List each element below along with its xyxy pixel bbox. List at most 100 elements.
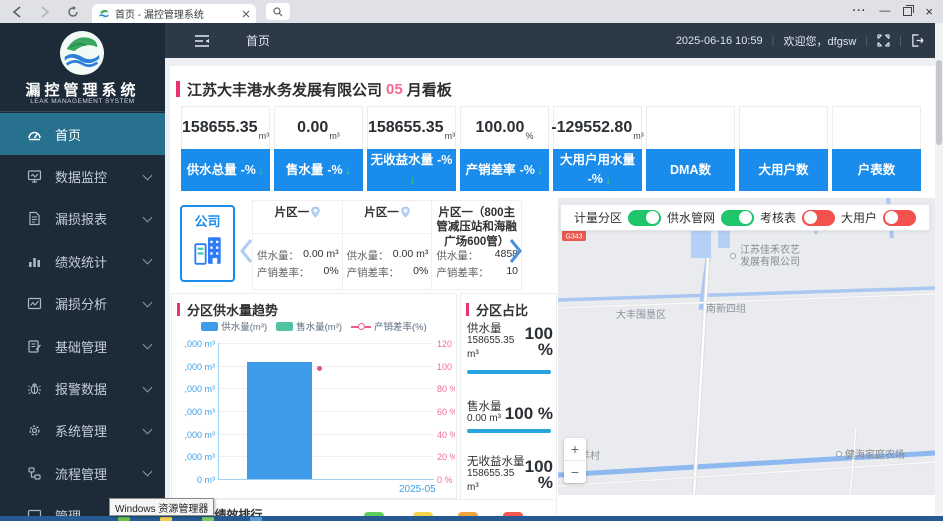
browser-refresh-icon[interactable]: [62, 3, 84, 21]
arrow-down-icon: ↓: [409, 172, 416, 188]
sidebar-item-label: 基础管理: [55, 337, 107, 356]
district-card[interactable]: 片区一 供水量：0.00 m³ 产销差率：0%: [253, 201, 343, 289]
tab-close-icon[interactable]: [242, 10, 250, 18]
sidebar-item-leak-report[interactable]: 漏损报表: [0, 198, 165, 240]
sidebar-item-label: 绩效统计: [55, 252, 107, 271]
header-tab-home[interactable]: 首页: [246, 32, 270, 49]
kpi-label-button[interactable]: 售水量-%↓: [274, 149, 363, 191]
legend-sales[interactable]: 售水量(m³): [276, 319, 342, 333]
sidebar-item-label: 漏损分析: [55, 294, 107, 313]
gear-icon: [27, 423, 42, 438]
sidebar-item-process-management[interactable]: 流程管理: [0, 452, 165, 494]
kpi-card-large-user-usage: -129552.80m³ 大用户用水量-%↓: [553, 106, 642, 190]
taskbar-icon[interactable]: [202, 517, 214, 521]
sidebar-item-leak-analysis[interactable]: 漏损分析: [0, 283, 165, 325]
map-label-company: 发展有限公司: [740, 255, 800, 268]
chevron-down-icon: [143, 382, 153, 392]
sidebar-item-performance-stats[interactable]: 绩效统计: [0, 240, 165, 282]
kpi-label-button[interactable]: DMA数: [646, 149, 735, 191]
kpi-label-button[interactable]: 无收益水量-%↓: [367, 149, 456, 191]
collapse-sidebar-icon[interactable]: [194, 34, 210, 48]
trend-chart-panel: 分区供水量趋势 供水量(m³) 售水量(m³) 产销差率(%) ,000 m³ …: [171, 293, 457, 499]
zoom-in-button[interactable]: +: [564, 438, 586, 461]
browser-more-button[interactable]: ···: [852, 6, 866, 17]
logout-icon[interactable]: [911, 34, 925, 47]
dashboard-month: 05: [386, 81, 403, 98]
district-rate-row: 产销差率：10: [436, 265, 518, 280]
toggle-switch[interactable]: [628, 210, 661, 226]
sidebar-menu: 首页 数据监控 漏损报表 绩效统计: [0, 113, 165, 521]
tab-title: 首页 - 漏控管理系统: [115, 6, 242, 21]
browser-tab[interactable]: 首页 - 漏控管理系统: [92, 4, 256, 23]
sidebar-item-home[interactable]: 首页: [0, 113, 165, 155]
taskbar-icon[interactable]: [118, 517, 130, 521]
district-title: 片区一: [255, 206, 340, 220]
toggle-label: 考核表: [760, 209, 796, 226]
zoom-out-button[interactable]: −: [564, 461, 586, 483]
road-badge-label: G343: [565, 234, 582, 241]
windows-taskbar[interactable]: [0, 516, 943, 521]
fullscreen-icon[interactable]: [877, 34, 890, 47]
browser-restore-button[interactable]: [903, 7, 912, 16]
arrow-down-icon: ↓: [345, 162, 352, 178]
kpi-label-button[interactable]: 大用户数: [739, 149, 828, 191]
sidebar-item-data-monitor[interactable]: 数据监控: [0, 155, 165, 197]
kpi-card-nrw-rate: 100.00% 产销差率-%↓: [460, 106, 549, 190]
chevron-down-icon: [143, 255, 153, 265]
analysis-icon: [27, 296, 42, 311]
nrw-rate-point[interactable]: [317, 366, 322, 371]
kpi-value: 100.00%: [460, 106, 549, 149]
legend-nrw-rate[interactable]: 产销差率(%): [351, 319, 427, 333]
kpi-label-button[interactable]: 供水总量-%↓: [181, 149, 270, 191]
taskbar-icon[interactable]: [160, 517, 172, 521]
sidebar-item-alarm-data[interactable]: 报警数据: [0, 367, 165, 409]
kpi-label-button[interactable]: 产销差率-%↓: [460, 149, 549, 191]
window-controls: ··· — ×: [852, 0, 943, 23]
right-axis-tick: 20 %: [437, 452, 455, 462]
kpi-value: 0.00m³: [274, 106, 363, 149]
legend-supply[interactable]: 供水量(m³): [201, 319, 267, 333]
y-axis-tick: 0 m³: [172, 475, 215, 485]
y-axis-tick: ,000 m³: [172, 384, 215, 394]
sidebar-item-system-management[interactable]: 系统管理: [0, 410, 165, 452]
toggle-switch[interactable]: [721, 210, 754, 226]
district-supply-row: 供水量：0.00 m³: [347, 248, 429, 263]
y-axis-tick: ,000 m³: [172, 452, 215, 462]
browser-forward-icon[interactable]: [34, 3, 56, 21]
sidebar-item-basic-management[interactable]: 基础管理: [0, 325, 165, 367]
panel-title: 分区占比: [476, 300, 528, 319]
toggle-metering-zone: 计量分区: [574, 209, 661, 226]
divider: [343, 233, 432, 234]
notebook-icon: [27, 339, 42, 354]
panel-header: 分区供水量趋势: [172, 294, 456, 319]
bug-icon: [27, 381, 42, 396]
company-selector-card[interactable]: 公司: [180, 205, 235, 282]
toggle-switch[interactable]: [802, 210, 835, 226]
chevron-down-icon: [143, 424, 153, 434]
kpi-label-button[interactable]: 户表数: [832, 149, 921, 191]
sidebar: 漏控管理系统 LEAK MANAGEMENT SYSTEM 首页 数据监控: [0, 23, 165, 521]
toggle-switch[interactable]: [883, 210, 916, 226]
browser-close-button[interactable]: ×: [925, 5, 933, 18]
kpi-label-button[interactable]: 大用户用水量-%↓: [553, 149, 642, 191]
right-axis-tick: 0 %: [437, 475, 455, 485]
scrollbar-thumb[interactable]: [936, 60, 942, 145]
company-name: 江苏大丰港水务发展有限公司: [187, 79, 382, 100]
kpi-card-supply-total: 158655.35m³ 供水总量-%↓: [181, 106, 270, 190]
supply-bar[interactable]: [247, 362, 312, 479]
map-label-farm: 健海家庭农场: [845, 448, 905, 461]
map-canvas: G343 江苏佳禾农艺 发展有限公司 大丰围垦区 南新四组 羊村 健海家庭农场: [558, 198, 935, 495]
dashboard-suffix: 月看板: [407, 79, 452, 100]
map-label-company: 江苏佳禾农艺: [740, 243, 800, 256]
browser-search-button[interactable]: [266, 3, 290, 20]
browser-back-icon[interactable]: [6, 3, 28, 21]
sidebar-item-label: 流程管理: [55, 464, 107, 483]
district-card[interactable]: 片区一（800主管减压站和海融广场600管） 供水量：4858 产销差率：10: [432, 201, 521, 289]
browser-minimize-button[interactable]: —: [879, 6, 890, 17]
share-progress-bar: [467, 370, 551, 374]
district-rate-row: 产销差率：0%: [347, 265, 429, 280]
map-label-area: 大丰围垦区: [616, 308, 666, 321]
district-card[interactable]: 片区一 供水量：0.00 m³ 产销差率：0%: [343, 201, 433, 289]
map-container[interactable]: G343 江苏佳禾农艺 发展有限公司 大丰围垦区 南新四组 羊村 健海家庭农场 …: [558, 198, 935, 495]
taskbar-icon[interactable]: [250, 517, 262, 521]
